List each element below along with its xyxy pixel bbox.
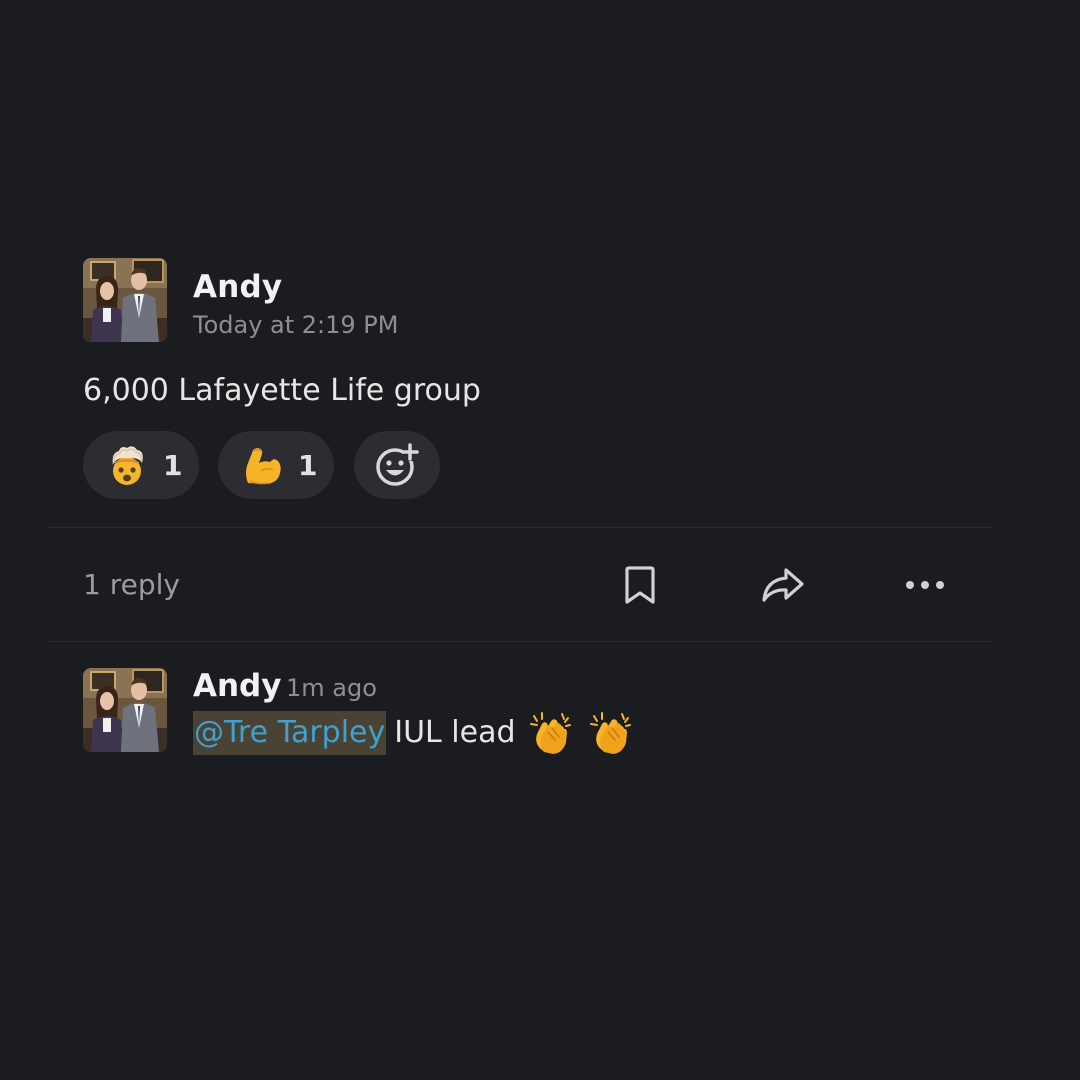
- reply-count-link[interactable]: 1 reply: [83, 568, 180, 601]
- flexed-biceps-icon: [246, 448, 281, 485]
- add-reaction-button[interactable]: [354, 431, 440, 499]
- reaction-exploding-head[interactable]: 1: [83, 431, 199, 499]
- add-reaction-icon: [376, 443, 419, 486]
- clapping-hands-icon: [589, 712, 631, 754]
- avatar-photo-icon: [83, 668, 167, 752]
- message-text: 6,000 Lafayette Life group: [83, 373, 481, 408]
- message-view: Andy Today at 2:19 PM 6,000 Lafayette Li…: [0, 0, 1080, 1080]
- divider: [48, 527, 992, 528]
- divider: [48, 641, 992, 642]
- message-timestamp: Today at 2:19 PM: [193, 311, 399, 339]
- reply-text-line: @Tre Tarpley IUL lead: [193, 711, 634, 755]
- reaction-count: 1: [298, 448, 318, 482]
- exploding-head-icon: [112, 446, 143, 485]
- clapping-hands-icon: [529, 712, 571, 754]
- user-mention[interactable]: @Tre Tarpley: [193, 711, 387, 755]
- more-icon[interactable]: [902, 574, 948, 596]
- reply-text: IUL lead: [394, 715, 516, 750]
- reply-timestamp: 1m ago: [286, 674, 377, 702]
- reply-avatar[interactable]: [83, 668, 167, 752]
- reaction-flexed-biceps[interactable]: 1: [218, 431, 334, 499]
- avatar-photo-icon: [83, 258, 167, 342]
- forward-icon[interactable]: [760, 566, 806, 604]
- bookmark-icon[interactable]: [622, 564, 658, 606]
- avatar[interactable]: [83, 258, 167, 342]
- reaction-count: 1: [163, 448, 183, 482]
- reply-author-name[interactable]: Andy: [193, 668, 281, 704]
- author-name[interactable]: Andy: [193, 269, 282, 305]
